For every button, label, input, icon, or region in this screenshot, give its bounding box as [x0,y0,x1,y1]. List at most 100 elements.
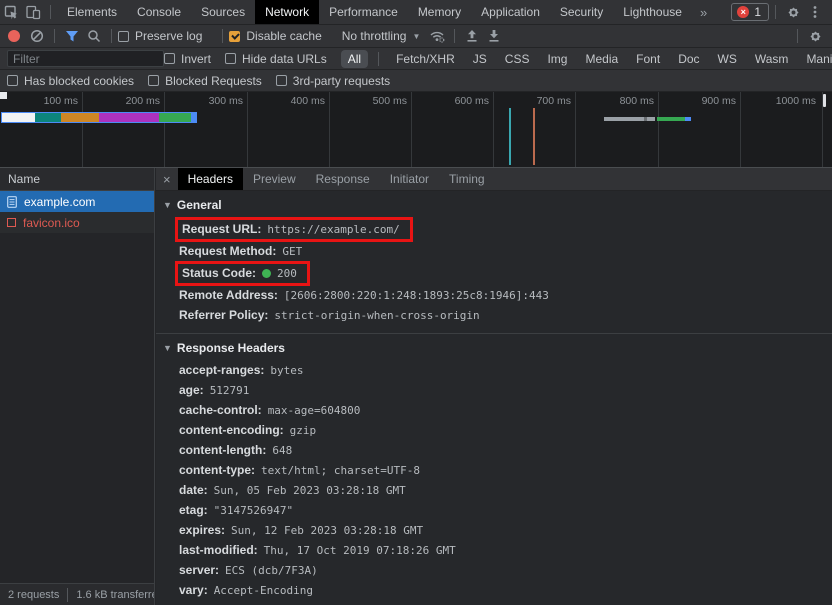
third-party-requests-checkbox[interactable]: 3rd-party requests [276,74,390,88]
filter-input[interactable] [7,50,164,67]
tab-application[interactable]: Application [471,0,550,24]
checkbox-checked[interactable] [229,31,240,42]
filter-type-ws[interactable]: WS [711,50,744,68]
header-value: https://example.com/ [267,223,399,236]
overview-left-handle[interactable] [0,92,7,99]
network-conditions-icon[interactable] [426,26,448,46]
checkbox-unchecked[interactable] [118,31,129,42]
more-tabs-icon[interactable]: » [692,5,715,20]
filter-type-font[interactable]: Font [629,50,667,68]
overview-right-handle[interactable] [823,94,826,107]
error-icon: × [737,6,749,18]
header-key: date: [179,483,208,497]
tab-timing[interactable]: Timing [439,168,495,190]
filter-type-doc[interactable]: Doc [671,50,706,68]
request-name: favicon.ico [23,216,80,230]
header-key: expires: [179,523,225,537]
kebab-menu-icon[interactable] [804,2,826,22]
phase-download [685,117,691,121]
filter-type-wasm[interactable]: Wasm [748,50,796,68]
tab-console[interactable]: Console [127,0,191,24]
checkbox-unchecked[interactable] [225,53,236,64]
close-icon[interactable]: × [156,172,178,187]
document-icon [7,196,17,208]
has-blocked-cookies-checkbox[interactable]: Has blocked cookies [7,74,134,88]
tick-label: 200 ms [84,95,160,107]
header-value: Accept-Encoding [214,584,313,597]
tab-response[interactable]: Response [306,168,380,190]
tab-headers[interactable]: Headers [178,168,243,190]
filter-type-manifest[interactable]: Manifest [799,50,832,68]
divider [775,5,776,19]
filter-type-img[interactable]: Img [540,50,574,68]
tab-elements[interactable]: Elements [57,0,127,24]
network-overview-timeline[interactable]: 100 ms 200 ms 300 ms 400 ms 500 ms 600 m… [0,92,832,168]
error-count: 1 [754,5,761,19]
request-row-example-com[interactable]: example.com [0,191,154,212]
search-icon[interactable] [83,26,105,46]
preserve-log-checkbox[interactable]: Preserve log [118,29,202,43]
export-har-icon[interactable] [483,26,505,46]
tab-initiator[interactable]: Initiator [380,168,439,190]
record-button[interactable] [8,30,20,42]
phase-dns [35,113,61,122]
tab-sources[interactable]: Sources [191,0,255,24]
network-filter-options-row: Has blocked cookies Blocked Requests 3rd… [0,70,832,92]
header-key: age: [179,383,204,397]
header-row: expires:Sun, 12 Feb 2023 03:28:18 GMT [156,520,832,540]
general-section-header[interactable]: ▼ General [156,191,832,217]
checkbox-unchecked[interactable] [7,75,18,86]
tab-performance[interactable]: Performance [319,0,408,24]
tab-network[interactable]: Network [255,0,319,24]
filter-funnel-icon[interactable] [61,26,83,46]
header-row-request-method: Request Method:GET [156,241,832,261]
inspect-element-icon[interactable] [0,2,22,22]
header-row-request-url: Request URL:https://example.com/ [156,217,832,241]
annotation-highlight-box: Status Code:200 [175,261,310,286]
settings-gear-icon[interactable] [782,2,804,22]
import-har-icon[interactable] [461,26,483,46]
checkbox-unchecked[interactable] [148,75,159,86]
request-count: 2 requests [0,589,59,601]
network-summary-bar: 2 requests 1.6 kB transferred [0,583,155,605]
hide-data-urls-checkbox[interactable]: Hide data URLs [225,52,327,66]
tab-lighthouse[interactable]: Lighthouse [613,0,692,24]
throttling-dropdown[interactable]: No throttling ▼ [342,29,421,43]
request-row-favicon[interactable]: favicon.ico [0,212,154,233]
header-key: etag: [179,503,208,517]
phase-ssl [99,113,159,122]
tick-label: 500 ms [331,95,407,107]
has-blocked-cookies-label: Has blocked cookies [24,74,134,88]
device-toolbar-icon[interactable] [22,2,44,22]
filter-type-css[interactable]: CSS [498,50,537,68]
blocked-requests-checkbox[interactable]: Blocked Requests [148,74,262,88]
waterfall-bar-example-com[interactable] [1,112,197,123]
checkbox-unchecked[interactable] [276,75,287,86]
filter-type-all[interactable]: All [341,50,368,68]
waterfall-bar-favicon[interactable] [604,117,691,121]
disclosure-triangle-icon: ▼ [163,343,172,353]
filter-type-js[interactable]: JS [466,50,494,68]
header-row: cache-control:max-age=604800 [156,400,832,420]
error-count-badge[interactable]: × 1 [731,3,769,21]
tab-preview[interactable]: Preview [243,168,306,190]
request-details-pane: × Headers Preview Response Initiator Tim… [156,168,832,605]
disable-cache-checkbox[interactable]: Disable cache [229,29,321,43]
header-row: etag:"3147526947" [156,500,832,520]
invert-checkbox[interactable]: Invert [164,52,211,66]
tick-label: 1000 ms [740,95,816,107]
header-row: content-type:text/html; charset=UTF-8 [156,460,832,480]
response-headers-section-header[interactable]: ▼ Response Headers [156,334,832,360]
network-settings-gear-icon[interactable] [804,26,826,46]
header-key: content-length: [179,443,266,457]
tab-security[interactable]: Security [550,0,613,24]
checkbox-unchecked[interactable] [164,53,175,64]
filter-type-fetchxhr[interactable]: Fetch/XHR [389,50,462,68]
filter-type-media[interactable]: Media [578,50,625,68]
tab-memory[interactable]: Memory [408,0,471,24]
header-value: Thu, 17 Oct 2019 07:18:26 GMT [264,544,456,557]
header-key: content-encoding: [179,423,284,437]
clear-icon[interactable] [26,26,48,46]
column-header-name[interactable]: Name [0,168,154,191]
tick-label: 400 ms [249,95,325,107]
